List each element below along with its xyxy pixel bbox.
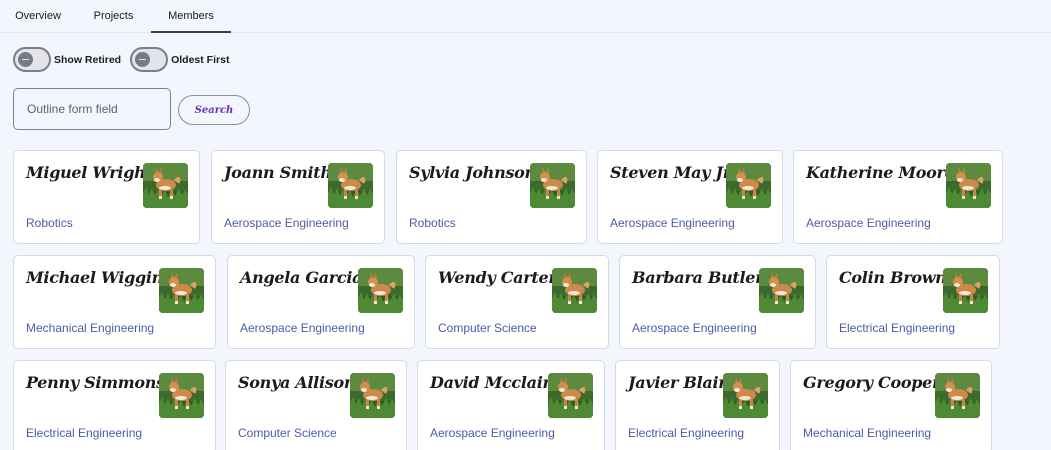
member-name: Gregory Cooper <box>803 373 941 392</box>
member-photo <box>946 163 991 208</box>
member-department: Aerospace Engineering <box>430 426 555 440</box>
filter-toggles: Show Retired Oldest First <box>13 47 238 72</box>
member-department: Mechanical Engineering <box>26 321 155 335</box>
member-photo <box>358 268 403 313</box>
toggle-off-icon <box>135 52 151 67</box>
member-photo <box>350 373 395 418</box>
member-card[interactable]: Colin Brown Electrical Engineering <box>826 255 1000 349</box>
member-card[interactable]: Wendy Carter Computer Science <box>425 255 609 349</box>
member-card[interactable]: Sonya Allison Computer Science <box>225 360 407 450</box>
member-photo <box>530 163 575 208</box>
member-department: Electrical Engineering <box>839 321 956 335</box>
member-department: Computer Science <box>238 426 337 440</box>
member-photo <box>726 163 771 208</box>
search-input[interactable] <box>27 102 157 116</box>
show-retired-toggle[interactable] <box>13 47 51 72</box>
member-card[interactable]: Joann Smith Aerospace Engineering <box>211 150 385 244</box>
member-name: Katherine Moore <box>806 163 955 182</box>
member-name: Angela Garcia <box>240 268 363 287</box>
member-photo <box>159 268 204 313</box>
tab-bar: Overview Projects Members <box>0 0 1051 33</box>
member-photo <box>759 268 804 313</box>
tab-projects[interactable]: Projects <box>76 0 151 32</box>
member-name: Miguel Wright <box>26 163 153 182</box>
member-department: Robotics <box>409 216 456 230</box>
member-name: Joann Smith <box>224 163 332 182</box>
search-field <box>13 88 171 130</box>
member-department: Robotics <box>26 216 73 230</box>
toggle-off-icon <box>18 52 33 67</box>
member-name: Barbara Butler <box>632 268 764 287</box>
member-department: Aerospace Engineering <box>224 216 349 230</box>
member-photo <box>143 163 188 208</box>
oldest-first-toggle[interactable] <box>130 47 169 72</box>
member-department: Computer Science <box>438 321 537 335</box>
member-department: Aerospace Engineering <box>632 321 757 335</box>
member-card[interactable]: Katherine Moore Aerospace Engineering <box>793 150 1003 244</box>
member-name: David Mcclain <box>430 373 554 392</box>
member-card[interactable]: Miguel Wright Robotics <box>13 150 200 244</box>
member-department: Electrical Engineering <box>628 426 745 440</box>
member-photo <box>723 373 768 418</box>
member-name: Sylvia Johnson <box>409 163 536 182</box>
member-department: Electrical Engineering <box>26 426 143 440</box>
member-name: Javier Blair <box>628 373 727 392</box>
member-photo <box>159 373 204 418</box>
member-card[interactable]: Barbara Butler Aerospace Engineering <box>619 255 816 349</box>
member-department: Aerospace Engineering <box>610 216 735 230</box>
member-name: Penny Simmons <box>26 373 165 392</box>
member-card[interactable]: Angela Garcia Aerospace Engineering <box>227 255 415 349</box>
oldest-first-label: Oldest First <box>171 53 230 66</box>
member-card[interactable]: Sylvia Johnson Robotics <box>396 150 587 244</box>
member-photo <box>552 268 597 313</box>
member-card[interactable]: Javier Blair Electrical Engineering <box>615 360 780 450</box>
member-department: Aerospace Engineering <box>806 216 931 230</box>
tab-overview[interactable]: Overview <box>0 0 76 32</box>
member-name: Michael Wiggins <box>26 268 172 287</box>
member-name: Sonya Allison <box>238 373 356 392</box>
member-name: Colin Brown <box>839 268 947 287</box>
member-photo <box>943 268 988 313</box>
member-department: Aerospace Engineering <box>240 321 365 335</box>
member-photo <box>935 373 980 418</box>
member-card[interactable]: Michael Wiggins Mechanical Engineering <box>13 255 216 349</box>
member-photo <box>548 373 593 418</box>
member-card[interactable]: David Mcclain Aerospace Engineering <box>417 360 605 450</box>
show-retired-label: Show Retired <box>54 53 122 66</box>
member-photo <box>328 163 373 208</box>
member-card[interactable]: Steven May Jr. Aerospace Engineering <box>597 150 783 244</box>
tab-members[interactable]: Members <box>151 0 231 33</box>
member-name: Steven May Jr. <box>610 163 735 182</box>
search-button[interactable]: Search <box>178 95 250 125</box>
member-card[interactable]: Penny Simmons Electrical Engineering <box>13 360 216 450</box>
member-department: Mechanical Engineering <box>803 426 932 440</box>
member-name: Wendy Carter <box>438 268 557 287</box>
member-card[interactable]: Gregory Cooper Mechanical Engineering <box>790 360 992 450</box>
